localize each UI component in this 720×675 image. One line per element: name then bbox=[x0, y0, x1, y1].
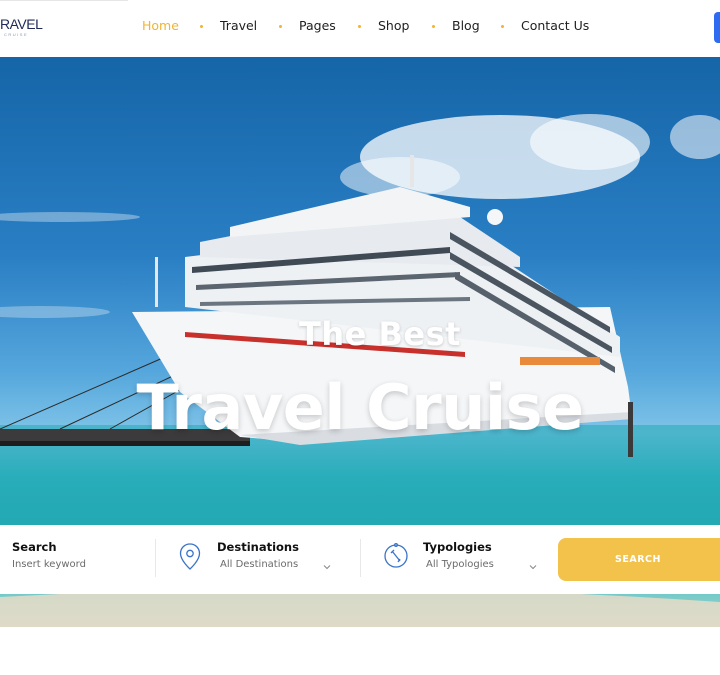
search-button[interactable]: SEARCH bbox=[558, 538, 720, 581]
nav-separator-dot bbox=[279, 25, 282, 28]
nav-separator-dot bbox=[200, 25, 203, 28]
map-pin-icon bbox=[179, 543, 201, 570]
header-cta-button[interactable] bbox=[714, 12, 720, 43]
keyword-input[interactable]: Insert keyword bbox=[12, 559, 86, 570]
hero-title: Travel Cruise bbox=[136, 371, 584, 444]
nav-item-shop[interactable]: Shop bbox=[378, 18, 409, 34]
nav-item-travel[interactable]: Travel bbox=[220, 18, 257, 34]
chevron-down-icon bbox=[323, 565, 331, 570]
nav-separator-dot bbox=[501, 25, 504, 28]
typologies-select[interactable]: Typologies All Typologies bbox=[361, 525, 551, 594]
destinations-select[interactable]: Destinations All Destinations bbox=[156, 525, 360, 594]
destinations-label: Destinations bbox=[217, 540, 299, 554]
compass-icon bbox=[384, 543, 408, 568]
keyword-label: Search bbox=[12, 540, 57, 554]
typologies-value: All Typologies bbox=[426, 559, 494, 570]
typologies-label: Typologies bbox=[423, 540, 492, 554]
chevron-down-icon bbox=[529, 565, 537, 570]
site-header: RAVEL CRUISE Home Travel Pages Shop Blog… bbox=[0, 0, 720, 57]
logo-text: RAVEL bbox=[0, 16, 43, 32]
nav-item-pages[interactable]: Pages bbox=[299, 18, 336, 34]
hero-subtitle: The Best bbox=[299, 315, 461, 353]
search-bar: Search Insert keyword Destinations All D… bbox=[0, 525, 720, 594]
nav-item-blog[interactable]: Blog bbox=[452, 18, 480, 34]
nav-separator-dot bbox=[432, 25, 435, 28]
logo-tagline: CRUISE bbox=[4, 32, 29, 37]
nav-item-contact-us[interactable]: Contact Us bbox=[521, 18, 589, 34]
site-logo[interactable]: RAVEL CRUISE bbox=[0, 16, 43, 38]
header-top-line bbox=[0, 0, 128, 1]
nav-separator-dot bbox=[358, 25, 361, 28]
keyword-field[interactable]: Search Insert keyword bbox=[0, 525, 155, 594]
nav-item-home[interactable]: Home bbox=[142, 18, 179, 34]
destinations-value: All Destinations bbox=[220, 559, 299, 570]
